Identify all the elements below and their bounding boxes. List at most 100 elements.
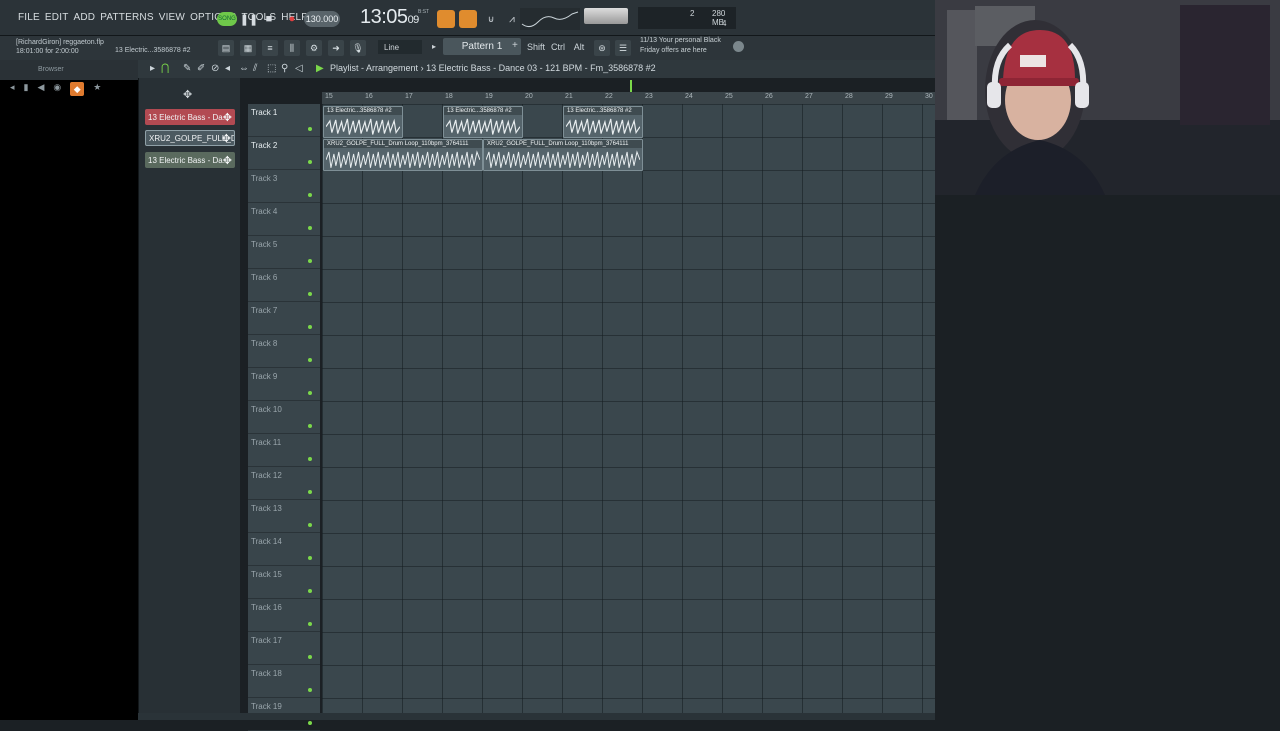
track-mute-led-icon[interactable] — [308, 622, 312, 626]
track-mute-led-icon[interactable] — [308, 457, 312, 461]
audio-clip-bass[interactable]: 13 Electric...3586878 #2 — [323, 106, 403, 138]
track-header[interactable]: Track 14 — [248, 533, 320, 566]
playlist-icon[interactable]: ▤ — [218, 40, 234, 56]
ruler-tick: 29 — [885, 93, 893, 100]
alt-key[interactable]: Alt — [569, 39, 589, 55]
news-icon[interactable]: ☰ — [615, 40, 631, 56]
pattern-prev-icon[interactable]: ▸ — [432, 42, 436, 51]
picker-move-icon[interactable]: ✥ — [183, 88, 192, 101]
track-header[interactable]: Track 1 — [248, 104, 320, 137]
track-header[interactable]: Track 2 — [248, 137, 320, 170]
menu-file[interactable]: FILE — [18, 12, 40, 23]
menu-edit[interactable]: EDIT — [45, 12, 69, 23]
browser-panel[interactable] — [0, 80, 138, 720]
plugin-icon[interactable]: ⚙ — [306, 40, 322, 56]
add-pattern-icon[interactable]: + — [512, 40, 518, 51]
track-header[interactable]: Track 4 — [248, 203, 320, 236]
menu-add[interactable]: ADD — [74, 12, 96, 23]
picker-clip-bass-2[interactable]: 13 Electric Bass - Da... ✥ — [145, 152, 235, 168]
browser-active-icon[interactable]: ◆ — [70, 82, 85, 96]
track-mute-led-icon[interactable] — [308, 424, 312, 428]
snap-selector[interactable]: Line — [378, 40, 422, 54]
track-mute-led-icon[interactable] — [308, 391, 312, 395]
slip-tool-icon[interactable]: ⇔ — [239, 63, 249, 74]
draw-tool-icon[interactable]: ✎ — [183, 63, 191, 74]
track-header[interactable]: Track 9 — [248, 368, 320, 401]
metronome-icon[interactable] — [437, 10, 455, 28]
slice-tool-icon[interactable]: ⫽ — [253, 63, 257, 74]
track-mute-led-icon[interactable] — [308, 556, 312, 560]
browser-back-icon[interactable]: ◂ — [10, 82, 15, 96]
track-mute-led-icon[interactable] — [308, 325, 312, 329]
picker-clip-drum[interactable]: XRU2_GOLPE_FULL_D... ✥ — [145, 130, 235, 146]
magnet-icon[interactable]: ⋂ — [161, 63, 169, 74]
audio-clip-bass[interactable]: 13 Electric...3586878 #2 — [563, 106, 643, 138]
shift-key[interactable]: Shift — [526, 39, 546, 55]
playback-tool-icon[interactable]: ◁ — [295, 63, 303, 74]
track-header[interactable]: Track 16 — [248, 599, 320, 632]
blend-notes-icon[interactable]: ⩘ — [503, 10, 521, 28]
globe-icon[interactable] — [733, 41, 744, 52]
playhead-marker[interactable] — [630, 80, 632, 92]
pattern-selector[interactable]: Pattern 1 — [443, 38, 521, 55]
record-icon[interactable]: ● — [283, 10, 301, 28]
browser-left-icon[interactable]: ◀ — [37, 82, 44, 96]
arrow-icon[interactable]: ➜ — [328, 40, 344, 56]
stop-icon[interactable]: ■ — [260, 10, 278, 28]
tempo-display[interactable]: 130.000 — [304, 11, 340, 27]
master-volume-meter[interactable] — [584, 8, 628, 24]
track-header[interactable]: Track 12 — [248, 467, 320, 500]
delete-tool-icon[interactable]: ⊘ — [211, 63, 219, 74]
track-mute-led-icon[interactable] — [308, 589, 312, 593]
piano-roll-icon[interactable]: ▦ — [240, 40, 256, 56]
track-header[interactable]: Track 18 — [248, 665, 320, 698]
track-mute-led-icon[interactable] — [308, 226, 312, 230]
pause-icon[interactable]: ❚❚ — [240, 10, 258, 28]
menu-view[interactable]: VIEW — [159, 12, 185, 23]
track-mute-led-icon[interactable] — [308, 358, 312, 362]
microphone-icon[interactable]: 🎙 — [350, 40, 366, 56]
mixer-icon[interactable]: ⫼ — [284, 40, 300, 56]
menu-patterns[interactable]: PATTERNS — [100, 12, 153, 23]
mute-tool-icon[interactable]: ◂ — [225, 63, 230, 74]
track-header[interactable]: Track 6 — [248, 269, 320, 302]
browser-file-icon[interactable]: ▮ — [24, 82, 29, 96]
track-mute-led-icon[interactable] — [308, 523, 312, 527]
track-header[interactable]: Track 11 — [248, 434, 320, 467]
track-header[interactable]: Track 13 — [248, 500, 320, 533]
track-mute-led-icon[interactable] — [308, 490, 312, 494]
browser-star-icon[interactable]: ★ — [93, 82, 101, 96]
track-mute-led-icon[interactable] — [308, 259, 312, 263]
track-header[interactable]: Track 7 — [248, 302, 320, 335]
track-header[interactable]: Track 17 — [248, 632, 320, 665]
audio-clip-bass[interactable]: 13 Electric...3586878 #2 — [443, 106, 523, 138]
audio-clip-drum[interactable]: XRU2_GOLPE_FULL_Drum Loop_110bpm_3764111 — [323, 139, 483, 171]
track-mute-led-icon[interactable] — [308, 193, 312, 197]
select-tool-icon[interactable]: ⬚ — [267, 63, 276, 74]
playlist-play-icon[interactable]: ▶ — [316, 63, 324, 74]
countdown-icon[interactable]: ⊍ — [482, 10, 500, 28]
play-arrow-icon[interactable]: ▸ — [150, 63, 155, 74]
channel-rack-icon[interactable]: ≡ — [262, 40, 278, 56]
picker-clip-bass-1[interactable]: 13 Electric Bass - Da... ✥ — [145, 109, 235, 125]
track-header[interactable]: Track 3 — [248, 170, 320, 203]
track-header[interactable]: Track 10 — [248, 401, 320, 434]
news-promo[interactable]: 11/13 Your personal Black Friday offers … — [640, 36, 721, 56]
typing-keyboard-icon[interactable]: ⊛ — [594, 40, 610, 56]
track-mute-led-icon[interactable] — [308, 655, 312, 659]
track-mute-led-icon[interactable] — [308, 721, 312, 725]
track-mute-led-icon[interactable] — [308, 688, 312, 692]
track-mute-led-icon[interactable] — [308, 160, 312, 164]
track-mute-led-icon[interactable] — [308, 127, 312, 131]
paint-tool-icon[interactable]: ✐ — [197, 63, 205, 74]
browser-search-icon[interactable]: ◉ — [53, 82, 61, 96]
zoom-tool-icon[interactable]: ⚲ — [281, 63, 288, 74]
track-mute-led-icon[interactable] — [308, 292, 312, 296]
track-header[interactable]: Track 15 — [248, 566, 320, 599]
track-header[interactable]: Track 5 — [248, 236, 320, 269]
wait-input-icon[interactable] — [459, 10, 477, 28]
ctrl-key[interactable]: Ctrl — [548, 39, 568, 55]
track-header[interactable]: Track 8 — [248, 335, 320, 368]
song-mode-toggle[interactable]: SONG — [217, 12, 237, 26]
audio-clip-drum[interactable]: XRU2_GOLPE_FULL_Drum Loop_110bpm_3764111 — [483, 139, 643, 171]
